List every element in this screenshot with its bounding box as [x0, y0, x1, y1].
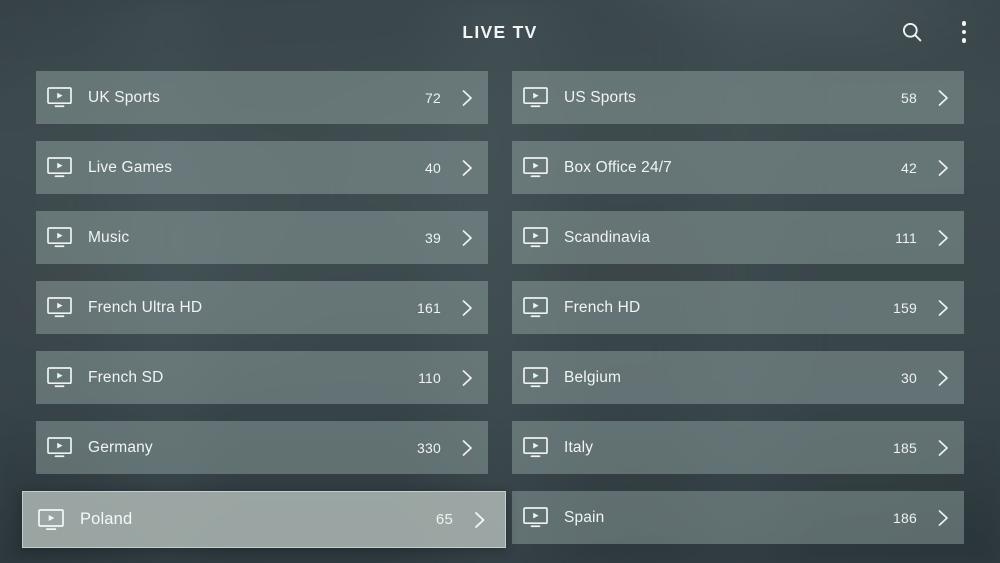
- category-count: 161: [417, 299, 441, 316]
- page-title: LIVE TV: [462, 21, 538, 42]
- chevron-right-icon: [460, 228, 475, 248]
- category-label: Italy: [564, 438, 594, 456]
- chevron-right-icon: [460, 88, 475, 108]
- category-row[interactable]: Box Office 24/7 42: [512, 141, 964, 194]
- category-grid: UK Sports 72 US Sports 58 Live Games 40 …: [36, 71, 964, 544]
- category-row[interactable]: French SD 110: [36, 351, 488, 404]
- category-row[interactable]: French Ultra HD 161: [36, 281, 488, 334]
- category-count: 159: [893, 299, 917, 316]
- tv-play-icon: [47, 227, 72, 248]
- category-label: Live Games: [88, 158, 173, 176]
- category-row[interactable]: Germany 330: [36, 421, 488, 474]
- chevron-right-icon: [472, 509, 488, 531]
- category-row[interactable]: Scandinavia 111: [512, 211, 964, 264]
- chevron-right-icon: [936, 158, 951, 178]
- category-row[interactable]: Belgium 30: [512, 351, 964, 404]
- category-label: UK Sports: [88, 88, 160, 106]
- category-count: 30: [901, 369, 917, 386]
- category-row-selected[interactable]: Poland 65: [22, 491, 506, 548]
- chevron-right-icon: [936, 508, 951, 528]
- category-label: Belgium: [564, 368, 622, 386]
- chevron-right-icon: [936, 368, 951, 388]
- tv-play-icon: [523, 437, 548, 458]
- category-label: Box Office 24/7: [564, 158, 672, 176]
- tv-play-icon: [47, 297, 72, 318]
- app-header: LIVE TV: [0, 0, 1000, 64]
- header-actions: [891, 0, 985, 64]
- tv-play-icon: [523, 157, 548, 178]
- category-count: 110: [418, 369, 441, 386]
- category-label: French Ultra HD: [88, 298, 203, 316]
- tv-play-icon: [47, 367, 72, 388]
- category-count: 39: [425, 229, 441, 246]
- category-row[interactable]: Spain 186: [512, 491, 964, 544]
- search-icon: [901, 21, 923, 43]
- category-label: US Sports: [564, 88, 636, 106]
- category-count: 185: [893, 439, 917, 456]
- category-count: 72: [425, 89, 441, 106]
- category-row[interactable]: Music 39: [36, 211, 488, 264]
- category-label: Scandinavia: [564, 228, 651, 246]
- category-count: 186: [893, 509, 917, 526]
- tv-play-icon: [523, 227, 548, 248]
- tv-play-icon: [38, 508, 64, 531]
- tv-play-icon: [523, 87, 548, 108]
- category-row[interactable]: Live Games 40: [36, 141, 488, 194]
- overflow-menu-button[interactable]: [943, 11, 985, 53]
- category-count: 58: [901, 89, 917, 106]
- category-count: 65: [435, 511, 453, 528]
- chevron-right-icon: [460, 368, 475, 388]
- more-vertical-icon: [961, 21, 967, 43]
- chevron-right-icon: [936, 88, 951, 108]
- category-label: Poland: [80, 510, 133, 528]
- category-row[interactable]: French HD 159: [512, 281, 964, 334]
- category-count: 42: [901, 159, 917, 176]
- tv-play-icon: [47, 157, 72, 178]
- category-label: French SD: [88, 368, 164, 386]
- tv-play-icon: [523, 297, 548, 318]
- chevron-right-icon: [460, 298, 475, 318]
- category-row[interactable]: Italy 185: [512, 421, 964, 474]
- category-row[interactable]: UK Sports 72: [36, 71, 488, 124]
- chevron-right-icon: [936, 438, 951, 458]
- chevron-right-icon: [460, 158, 475, 178]
- category-label: French HD: [564, 298, 641, 316]
- chevron-right-icon: [460, 438, 475, 458]
- tv-play-icon: [523, 367, 548, 388]
- tv-play-icon: [523, 507, 548, 528]
- category-count: 40: [425, 159, 441, 176]
- category-label: Spain: [564, 508, 605, 526]
- search-button[interactable]: [891, 11, 933, 53]
- category-label: Germany: [88, 438, 153, 456]
- selected-row-wrapper: Poland 65: [22, 491, 506, 548]
- category-label: Music: [88, 228, 130, 246]
- category-count: 330: [417, 439, 441, 456]
- category-count: 111: [895, 229, 917, 246]
- chevron-right-icon: [936, 228, 951, 248]
- chevron-right-icon: [936, 298, 951, 318]
- live-tv-screen: LIVE TV UK Sports 72 US Sports 58 Live G…: [0, 0, 1000, 563]
- tv-play-icon: [47, 437, 72, 458]
- tv-play-icon: [47, 87, 72, 108]
- category-row[interactable]: US Sports 58: [512, 71, 964, 124]
